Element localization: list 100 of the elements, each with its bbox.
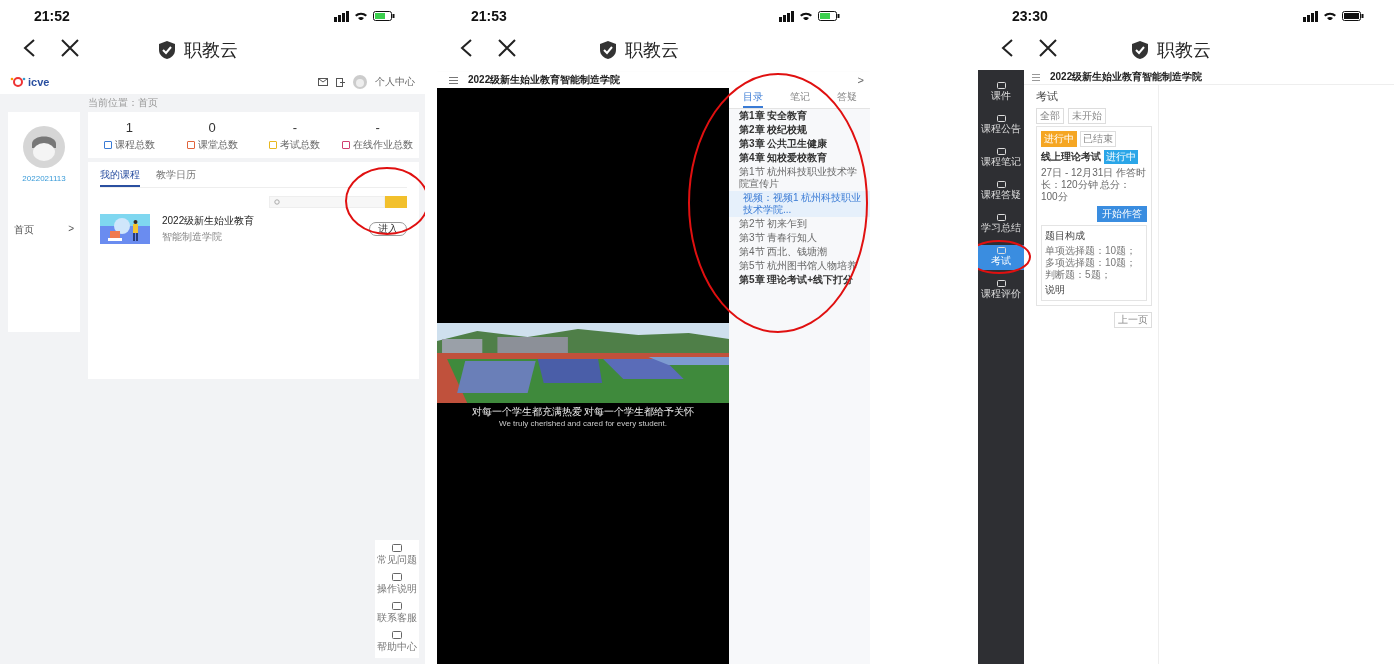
stat-value: -: [375, 120, 380, 135]
back-icon[interactable]: [1000, 38, 1014, 58]
chevron-icon: >: [68, 223, 74, 237]
composition-text: 单项选择题：10题；多项选择题：10题；判断题：5题；: [1045, 245, 1138, 281]
next-arrow[interactable]: >: [857, 74, 864, 86]
screen-icon[interactable]: [392, 573, 402, 582]
stat-label: 课程总数: [114, 138, 155, 152]
battery-icon: [1342, 11, 1364, 21]
signal-icon: [1303, 10, 1318, 22]
sidebar-label: 课程笔记: [981, 155, 1021, 169]
back-icon[interactable]: [22, 38, 36, 58]
filter-tab[interactable]: 未开始: [1068, 108, 1106, 124]
exam-info: 27日 - 12月31日 作答时长：120分钟 总分：100分: [1041, 167, 1147, 203]
status-tab[interactable]: 已结束: [1080, 131, 1116, 147]
back-icon[interactable]: [459, 38, 473, 58]
sidebar-label: 课程公告: [981, 122, 1021, 136]
app-title: 职教云: [1157, 39, 1211, 62]
sidebar-label: 课件: [991, 89, 1011, 103]
sidebar-item[interactable]: 课程公告: [978, 113, 1024, 138]
help-tool-label[interactable]: 常见问题: [377, 553, 417, 567]
screen-icon[interactable]: [392, 602, 402, 611]
close-icon[interactable]: [497, 38, 517, 58]
screen-icon: [996, 148, 1006, 155]
course-title: 2022级新生始业教育智能制造学院: [468, 73, 622, 87]
help-tool-label[interactable]: 操作说明: [377, 582, 417, 596]
prev-page-button[interactable]: 上一页: [1114, 312, 1152, 328]
catalog-item[interactable]: 第1节 杭州科技职业技术学院宣传片: [729, 165, 870, 191]
signal-icon: [334, 10, 349, 22]
course-title: 2022级新生始业教育智能制造学院: [1050, 70, 1204, 84]
status-badge: 进行中: [1104, 150, 1138, 164]
home-menu-item[interactable]: 首页: [14, 223, 34, 237]
sidebar-item[interactable]: 课程评价: [978, 278, 1024, 303]
panel-title: 考试: [1036, 89, 1059, 104]
catalog-item[interactable]: 第3节 青春行知人: [729, 231, 870, 245]
sidebar-item[interactable]: 考试: [978, 245, 1024, 270]
battery-icon: [818, 11, 840, 21]
stat-label: 考试总数: [280, 138, 321, 152]
status-time: 21:53: [471, 8, 507, 24]
tab[interactable]: 答疑: [836, 88, 857, 108]
screen-icon: [996, 82, 1006, 89]
tab[interactable]: 教学日历: [156, 168, 196, 187]
user-center-link[interactable]: 个人中心: [375, 75, 415, 89]
college-name: 智能制造学院: [162, 230, 223, 244]
tab[interactable]: 目录: [742, 88, 763, 108]
sidebar-label: 课程评价: [981, 287, 1021, 301]
course-title[interactable]: 2022级新生始业教育: [162, 214, 357, 228]
battery-icon: [373, 11, 395, 21]
screen-icon: [996, 280, 1006, 287]
signal-icon: [779, 10, 794, 22]
menu-icon[interactable]: [449, 76, 458, 84]
stat-value: 1: [125, 120, 133, 135]
screen-icon: [996, 247, 1006, 254]
shield-icon: [157, 40, 176, 60]
screen-icon: [996, 214, 1006, 221]
sidebar-label: 课程答疑: [981, 188, 1021, 202]
sidebar-item[interactable]: 课件: [978, 80, 1024, 105]
app-title: 职教云: [624, 39, 679, 62]
close-icon[interactable]: [60, 38, 80, 58]
video-player[interactable]: 对每一个学生都充满热爱 对每一个学生都给予关怀 We truly cherished and cared for every student.: [437, 88, 729, 664]
wifi-icon: [355, 12, 367, 20]
sidebar-item[interactable]: 课程笔记: [978, 146, 1024, 171]
catalog-item[interactable]: 第4章 知校爱校教育: [729, 151, 870, 165]
screen-icon[interactable]: [392, 631, 402, 640]
screen-icon[interactable]: [392, 544, 402, 553]
app-title: 职教云: [183, 39, 238, 62]
catalog-item[interactable]: 第2章 校纪校规: [729, 123, 870, 137]
collapse-icon[interactable]: [1032, 73, 1040, 81]
logout-icon[interactable]: [336, 77, 345, 87]
tab[interactable]: 我的课程: [100, 168, 140, 187]
status-time: 23:30: [1012, 8, 1048, 24]
start-button[interactable]: 开始作答: [1097, 206, 1147, 222]
wifi-icon: [1324, 12, 1336, 20]
help-tool-label[interactable]: 帮助中心: [377, 640, 417, 654]
help-tool-label[interactable]: 联系客服: [377, 611, 417, 625]
user-id: 2022021113: [22, 174, 66, 183]
filter-tab[interactable]: 全部: [1036, 108, 1064, 124]
catalog-item[interactable]: 第1章 安全教育: [729, 109, 870, 123]
screen-icon: [996, 115, 1006, 122]
search-icon: [274, 198, 281, 206]
sidebar-label: 考试: [991, 254, 1011, 268]
video-subtitle: We truly cherished and cared for every student.: [499, 418, 667, 428]
catalog-item[interactable]: 第4节 西北、钱塘潮: [729, 245, 870, 259]
search-field[interactable]: [269, 196, 385, 208]
sidebar-item[interactable]: 学习总结: [978, 212, 1024, 237]
sidebar-item[interactable]: 课程答疑: [978, 179, 1024, 204]
stat-value: 0: [208, 120, 216, 135]
stat-label: 课堂总数: [197, 138, 238, 152]
shield-icon: [1131, 40, 1149, 60]
icve-logo[interactable]: icve: [10, 76, 50, 88]
catalog-item[interactable]: 第3章 公共卫生健康: [729, 137, 870, 151]
stat-value: -: [292, 120, 298, 135]
screen-icon: [996, 181, 1006, 188]
catalog-item[interactable]: 视频：视频1 杭州科技职业技术学院...: [729, 191, 870, 217]
section-heading: 题目构成: [1045, 229, 1086, 243]
tab[interactable]: 笔记: [789, 88, 810, 108]
section-heading: 说明: [1045, 283, 1066, 297]
mail-icon[interactable]: [318, 78, 328, 86]
close-icon[interactable]: [1038, 38, 1058, 58]
catalog-item[interactable]: 第2节 初来乍到: [729, 217, 870, 231]
shield-icon: [598, 40, 617, 60]
